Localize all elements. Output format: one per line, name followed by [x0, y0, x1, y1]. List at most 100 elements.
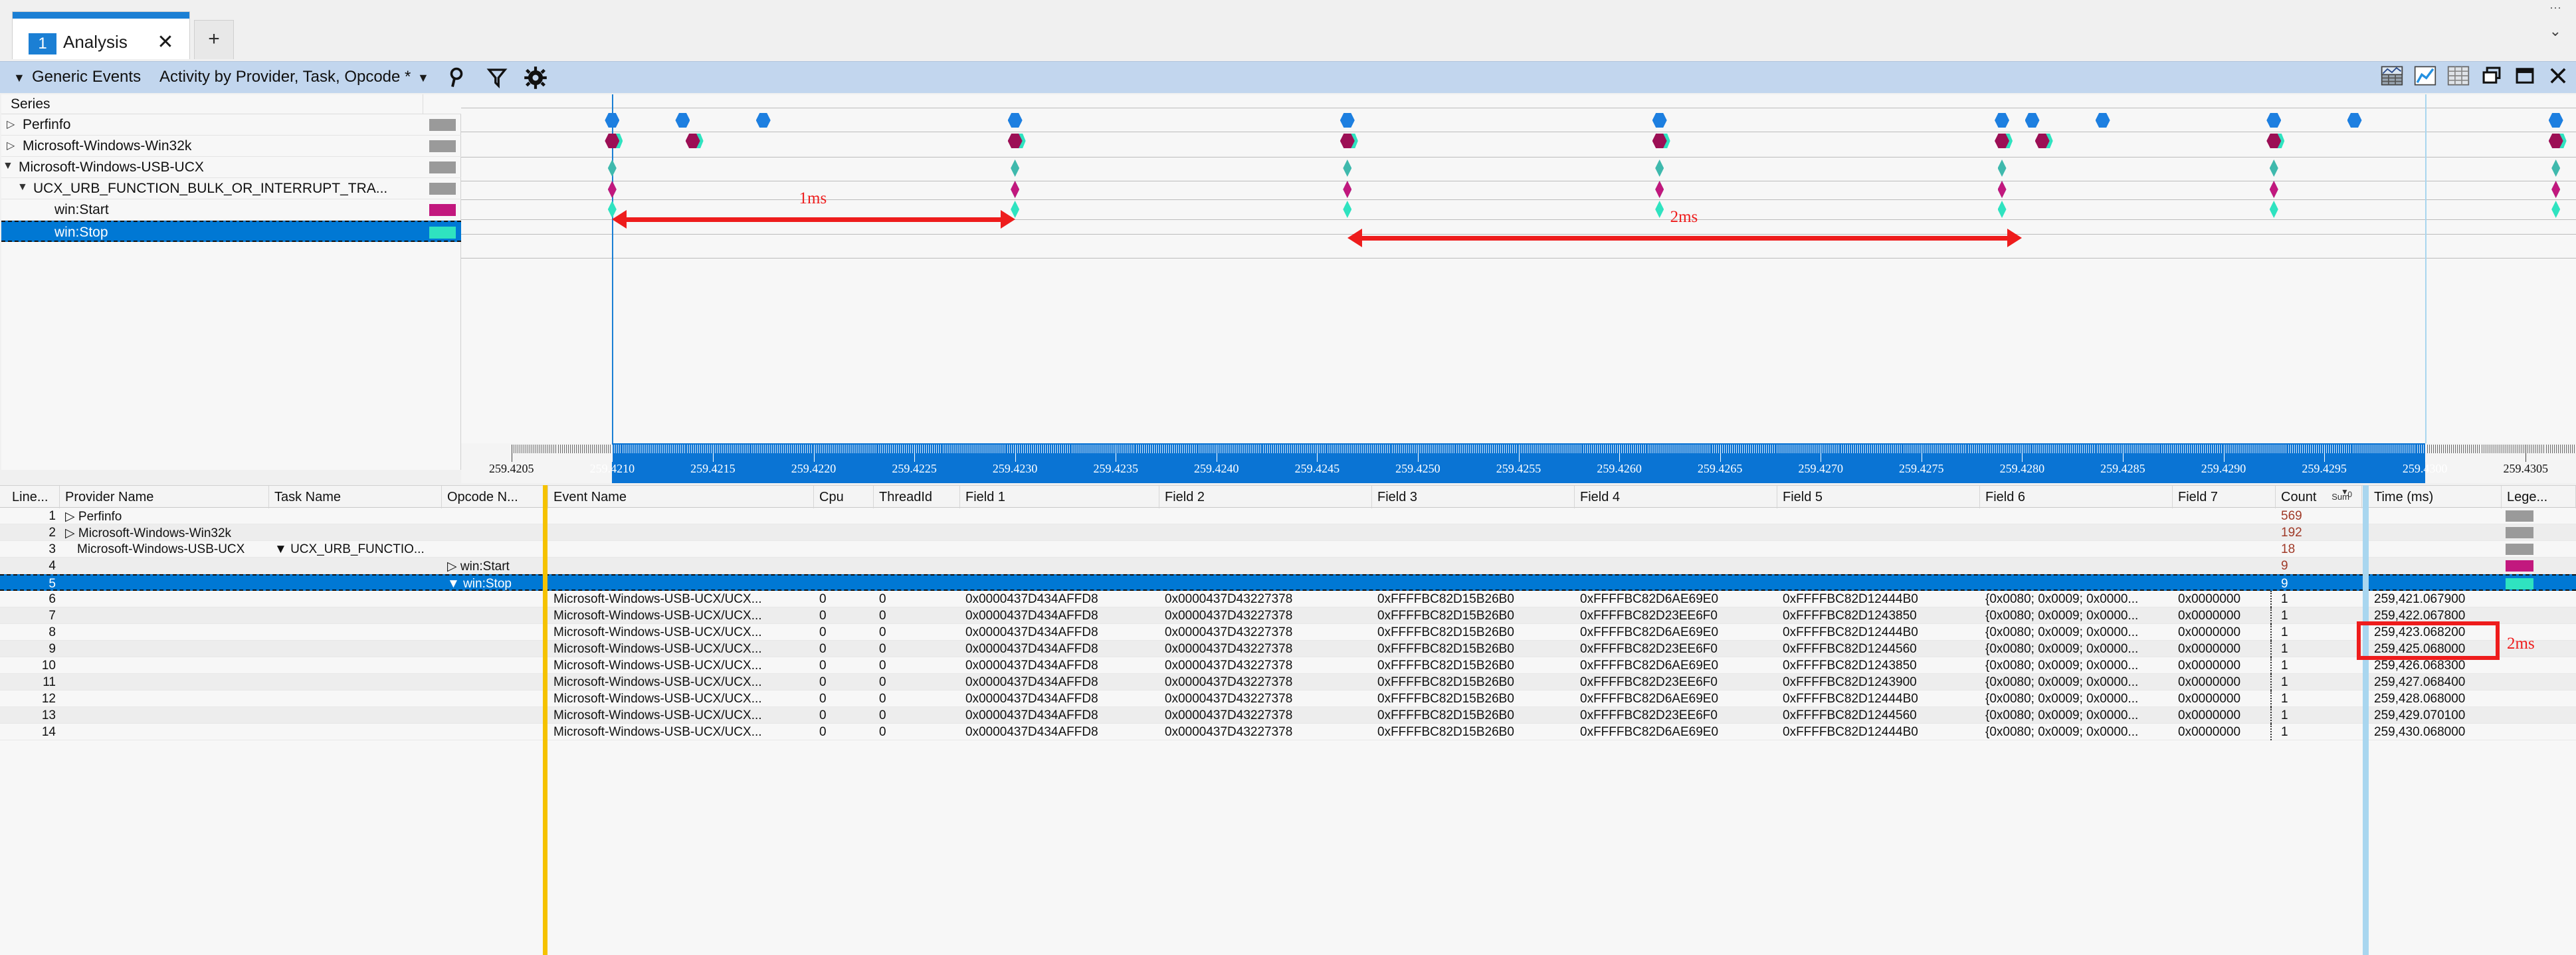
graph-marker[interactable]	[755, 113, 771, 128]
ruler-minor-tick	[779, 445, 780, 453]
column-header-f4[interactable]: Field 4	[1575, 486, 1777, 508]
table-row[interactable]: 11 Microsoft-Windows-USB-UCX/UCX... 0 0 0x00…	[0, 674, 2576, 690]
column-header-legend[interactable]: Lege...	[2502, 486, 2576, 508]
column-header-event[interactable]: Event Name	[548, 486, 814, 508]
column-header-cpu[interactable]: Cpu	[814, 486, 874, 508]
graph-marker[interactable]	[1011, 159, 1020, 177]
column-header-task[interactable]: Task Name	[269, 486, 442, 508]
table-only-icon[interactable]	[2447, 64, 2470, 87]
new-tab-button[interactable]: +	[194, 20, 234, 59]
table-row[interactable]: 9 Microsoft-Windows-USB-UCX/UCX... 0 0 0x000…	[0, 641, 2576, 657]
table-row[interactable]: 5 ▼ win:Stop 9	[0, 574, 2576, 591]
maximize-icon[interactable]	[2514, 64, 2536, 87]
chevron-down-icon[interactable]: ⌄	[2549, 23, 2561, 40]
preset-name-label[interactable]: Activity by Provider, Task, Opcode *	[159, 68, 411, 86]
series-row[interactable]: ▼ Microsoft-Windows-USB-UCX	[1, 157, 461, 178]
column-header-f3[interactable]: Field 3	[1372, 486, 1575, 508]
graph-marker[interactable]	[2269, 201, 2278, 218]
graph-marker[interactable]	[1339, 113, 1355, 128]
graph-only-icon[interactable]	[2414, 64, 2436, 87]
graph-marker[interactable]	[2551, 159, 2561, 177]
graph-marker[interactable]	[1343, 181, 1352, 198]
graph-marker[interactable]	[2266, 113, 2282, 128]
graph-marker[interactable]	[607, 181, 617, 198]
graph-marker[interactable]	[1655, 159, 1664, 177]
timeline-graph[interactable]: 1ms 2ms	[461, 94, 2576, 443]
series-row[interactable]: ▷ Microsoft-Windows-Win32k	[1, 136, 461, 157]
series-twisty-icon[interactable]: ▼	[17, 181, 28, 193]
series-twisty-icon[interactable]: ▷	[7, 139, 15, 152]
table-row[interactable]: 12 Microsoft-Windows-USB-UCX/UCX... 0 0 0x00…	[0, 690, 2576, 707]
tab-analysis[interactable]: 1 Analysis ✕	[12, 11, 190, 59]
tab-close-icon[interactable]: ✕	[153, 31, 177, 54]
graph-marker[interactable]	[1995, 113, 2010, 128]
view-name-label[interactable]: Generic Events	[32, 68, 141, 86]
filter-icon[interactable]	[485, 66, 509, 90]
time-ruler[interactable]: 259.4205 259.4210 259.4215 259.4220 259.4225…	[461, 443, 2576, 483]
graph-marker[interactable]	[2025, 113, 2040, 128]
table-row[interactable]: 10 Microsoft-Windows-USB-UCX/UCX... 0 0 0x00…	[0, 657, 2576, 674]
overflow-icon[interactable]: ⋯	[2549, 1, 2561, 15]
table-row[interactable]: 1 ▷ Perfinfo 569	[0, 508, 2576, 524]
graph-marker[interactable]	[1343, 159, 1352, 177]
gear-icon[interactable]	[524, 66, 547, 90]
graph-marker[interactable]	[675, 113, 690, 128]
graph-and-table-icon[interactable]	[2381, 64, 2403, 87]
series-row[interactable]: ▼ UCX_URB_FUNCTION_BULK_OR_INTERRUPT_TRA.…	[1, 178, 461, 199]
graph-marker[interactable]	[2548, 113, 2563, 128]
graph-marker[interactable]	[1997, 201, 2007, 218]
graph-marker[interactable]	[1011, 181, 1020, 198]
table-row[interactable]: 7 Microsoft-Windows-USB-UCX/UCX... 0 0 0x000…	[0, 607, 2576, 624]
graph-marker[interactable]	[1655, 201, 1664, 218]
selection-end-line[interactable]	[2425, 94, 2427, 443]
column-dotted-divider	[2270, 607, 2272, 624]
column-header-count[interactable]: Count Sum 0 ▼	[2276, 486, 2362, 508]
graph-marker[interactable]	[1997, 159, 2007, 177]
series-twisty-icon[interactable]: ▷	[7, 118, 15, 131]
graph-marker[interactable]	[1655, 181, 1664, 198]
graph-marker[interactable]	[1007, 113, 1023, 128]
column-header-f2[interactable]: Field 2	[1159, 486, 1372, 508]
column-sort-caret-icon[interactable]: ▼	[2341, 486, 2349, 503]
table-row[interactable]: 13 Microsoft-Windows-USB-UCX/UCX... 0 0 0x00…	[0, 707, 2576, 724]
column-header-thread[interactable]: ThreadId	[874, 486, 960, 508]
graph-marker[interactable]	[1997, 181, 2007, 198]
ruler-minor-tick	[1508, 445, 1510, 453]
graph-marker[interactable]	[2551, 181, 2561, 198]
column-header-f7[interactable]: Field 7	[2173, 486, 2276, 508]
table-row[interactable]: 8 Microsoft-Windows-USB-UCX/UCX... 0 0 0x000…	[0, 624, 2576, 641]
ruler-minor-tick	[1365, 445, 1367, 453]
cell-f7: 0x0000000	[2178, 725, 2241, 739]
table-row[interactable]: 3 Microsoft-Windows-USB-UCX ▼ UCX_URB_FUNC…	[0, 541, 2576, 558]
table-row[interactable]: 4 ▷ win:Start 9	[0, 558, 2576, 574]
series-row[interactable]: win:Start	[1, 199, 461, 221]
preset-caret-icon[interactable]: ▼	[417, 71, 429, 85]
column-header-f1[interactable]: Field 1	[960, 486, 1159, 508]
ruler-minor-tick	[940, 445, 941, 453]
table-row[interactable]: 14 Microsoft-Windows-USB-UCX/UCX... 0 0 0x00…	[0, 724, 2576, 740]
column-header-line[interactable]: Line...	[7, 486, 60, 508]
graph-marker[interactable]	[2347, 113, 2362, 128]
column-header-f6[interactable]: Field 6	[1980, 486, 2173, 508]
graph-marker[interactable]	[2551, 201, 2561, 218]
column-header-opcode[interactable]: Opcode N...	[442, 486, 548, 508]
graph-marker[interactable]	[2269, 181, 2278, 198]
table-row[interactable]: 2 ▷ Microsoft-Windows-Win32k 192	[0, 524, 2576, 541]
graph-marker[interactable]	[2269, 159, 2278, 177]
graph-marker[interactable]	[1343, 201, 1352, 218]
column-header-time[interactable]: Time (ms)	[2369, 486, 2502, 508]
table-row[interactable]: 6 Microsoft-Windows-USB-UCX/UCX... 0 0 0x000…	[0, 591, 2576, 607]
restore-icon[interactable]	[2480, 64, 2503, 87]
graph-marker[interactable]	[2095, 113, 2110, 128]
graph-marker[interactable]	[607, 159, 617, 177]
column-header-f5[interactable]: Field 5	[1777, 486, 1980, 508]
series-twisty-icon[interactable]: ▼	[3, 160, 13, 172]
close-icon[interactable]	[2547, 64, 2569, 87]
graph-marker[interactable]	[1652, 113, 1667, 128]
graph-marker[interactable]	[605, 113, 620, 128]
view-caret-icon[interactable]: ▼	[13, 71, 25, 85]
series-row[interactable]: ▷ Perfinfo	[1, 114, 461, 136]
column-header-provider[interactable]: Provider Name	[60, 486, 269, 508]
series-row[interactable]: win:Stop	[1, 221, 461, 242]
search-icon[interactable]	[446, 66, 470, 90]
